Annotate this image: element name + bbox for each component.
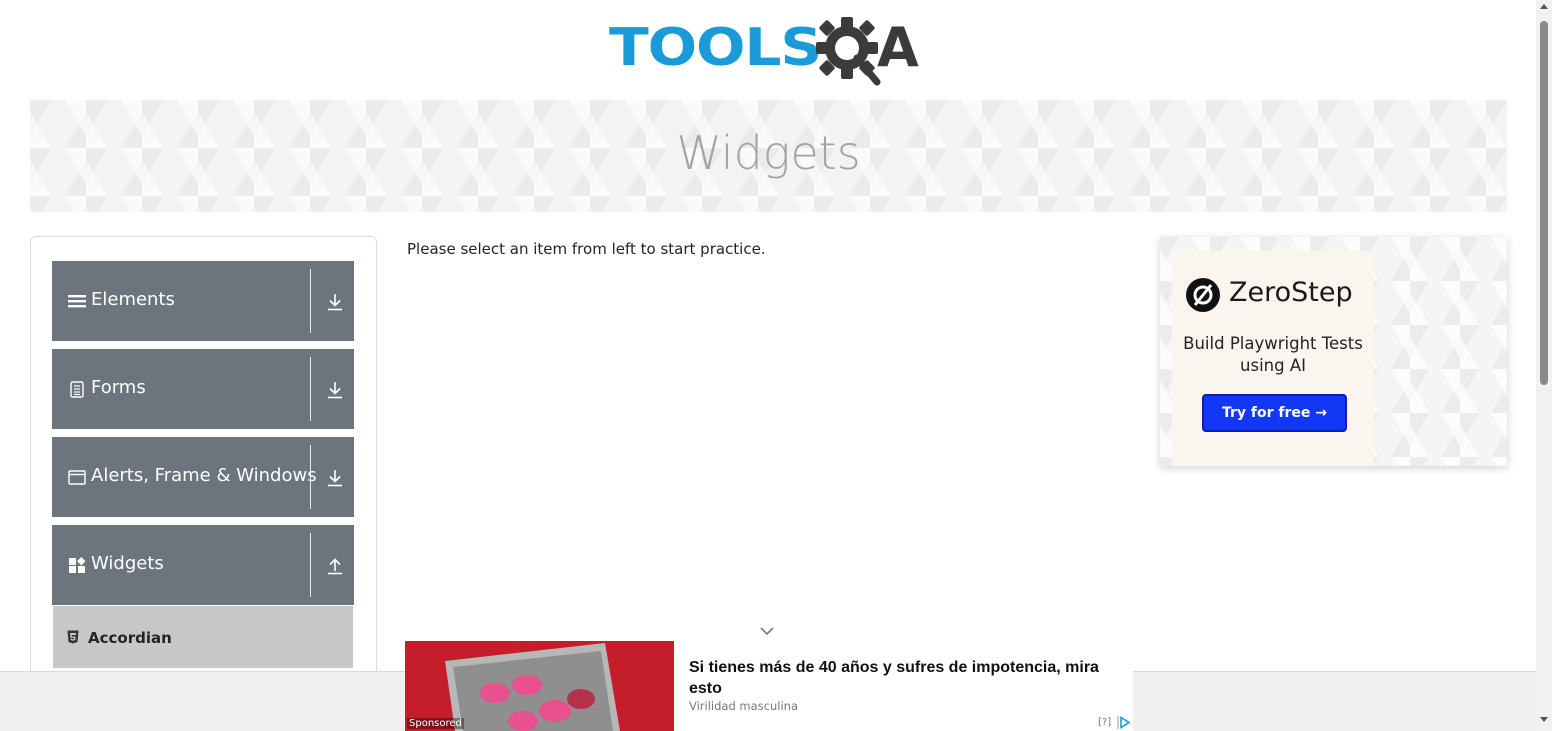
gear-magnifier-icon (816, 17, 881, 86)
scroll-thumb[interactable] (1540, 21, 1548, 385)
download-arrow-icon[interactable] (326, 380, 344, 400)
download-arrow-icon[interactable] (326, 468, 344, 488)
ad-brand: ZeroStep (1229, 277, 1353, 308)
divider (310, 357, 311, 421)
sidebar-group-forms[interactable]: Forms (52, 349, 354, 429)
chevron-down-icon[interactable] (759, 625, 775, 637)
download-arrow-icon[interactable] (326, 292, 344, 312)
widgets-icon (69, 557, 86, 573)
scroll-up-icon[interactable] (1540, 4, 1548, 9)
html5-icon (67, 630, 79, 644)
zerostep-ad[interactable]: ZeroStep Build Playwright Tests using AI… (1160, 237, 1507, 466)
toolsqa-logo[interactable]: TOOLS A (609, 14, 933, 92)
page-banner: Widgets (30, 100, 1507, 212)
sponsored-image[interactable]: Sponsored (405, 641, 674, 731)
divider (310, 533, 311, 597)
document-icon (70, 381, 84, 398)
sidebar-group-label: Forms (91, 377, 146, 398)
sidebar-group-elements[interactable]: Elements (52, 261, 354, 341)
sponsored-title[interactable]: Si tienes más de 40 años y sufres de imp… (689, 657, 1119, 699)
sponsored-tag: Sponsored (407, 718, 464, 729)
logo-a-text: A (877, 16, 919, 79)
sidebar-item-label: Accordian (88, 629, 172, 647)
adchoices-icon[interactable] (1117, 716, 1131, 729)
ad-headline: Build Playwright Tests using AI (1183, 334, 1363, 375)
ad-card: ZeroStep Build Playwright Tests using AI… (1172, 251, 1374, 466)
scroll-down-icon[interactable] (1540, 717, 1548, 722)
page-scrollbar[interactable] (1536, 0, 1552, 731)
window-icon (68, 470, 86, 485)
try-for-free-button[interactable]: Try for free → (1202, 394, 1347, 432)
main-instruction: Please select an item from left to start… (407, 240, 766, 258)
sidebar-group-alerts[interactable]: Alerts, Frame & Windows (52, 437, 354, 517)
sidebar-item-accordian[interactable]: Accordian (53, 606, 353, 668)
hamburger-icon (68, 295, 86, 308)
sidebar-group-widgets[interactable]: Widgets (52, 525, 354, 605)
sidebar-group-label: Widgets (91, 553, 164, 574)
sidebar: Elements Forms Alerts, Frame & Windows W… (30, 236, 377, 731)
sponsored-ad[interactable]: Sponsored Si tienes más de 40 años y suf… (405, 641, 1133, 731)
logo-tools-text: TOOLS (609, 18, 822, 78)
upload-arrow-icon[interactable] (326, 556, 344, 576)
sidebar-group-label: Alerts, Frame & Windows (91, 465, 317, 486)
sidebar-group-label: Elements (91, 289, 175, 310)
zerostep-logo-icon (1186, 278, 1220, 312)
page-title: Widgets (676, 126, 861, 180)
sponsored-source: Virilidad masculina (689, 699, 799, 713)
divider (310, 445, 311, 509)
ad-info-link[interactable]: [?] (1098, 717, 1111, 728)
divider (310, 269, 311, 333)
